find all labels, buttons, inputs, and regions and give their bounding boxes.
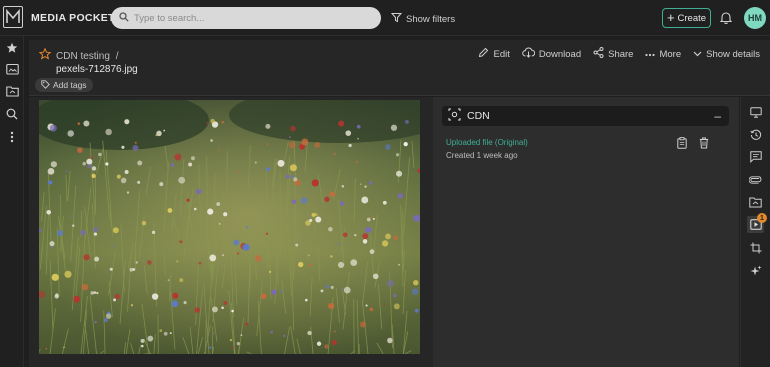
star-nav-icon[interactable] [4, 40, 20, 56]
crop-icon[interactable] [747, 239, 764, 256]
tag-icon [41, 79, 50, 91]
show-filters-button[interactable]: Show filters [390, 12, 456, 26]
sparkle-icon[interactable] [747, 262, 764, 279]
right-rail [740, 97, 770, 367]
show-details-button[interactable]: Show details [693, 47, 760, 61]
more-label: More [659, 48, 682, 60]
breadcrumb-folder[interactable]: CDN testing [56, 51, 110, 62]
app-title: MEDIA POCKET [31, 12, 115, 24]
cdn-panel-title: CDN [467, 110, 490, 122]
left-nav [0, 36, 24, 367]
chevron-down-icon [693, 49, 702, 60]
created-date: Created 1 week ago [446, 151, 518, 160]
download-button[interactable]: Download [522, 47, 581, 61]
edit-button[interactable]: Edit [478, 47, 510, 61]
add-tags-button[interactable]: Add tags [35, 78, 93, 92]
folder-rail-icon[interactable] [747, 193, 764, 210]
more-horizontal-icon [645, 49, 656, 60]
share-label: Share [608, 48, 634, 60]
share-icon [593, 47, 604, 61]
asset-header: CDN testing / pexels-712876.jpg Add tags… [29, 40, 770, 96]
folder-icon[interactable] [4, 83, 20, 99]
top-bar: MEDIA POCKET Show filters + Create HM [0, 0, 770, 36]
trash-icon[interactable] [699, 137, 709, 152]
asset-filename: pexels-712876.jpg [56, 64, 138, 75]
pencil-icon [478, 47, 489, 61]
asset-actions: Edit Download Share More Show details [478, 47, 760, 61]
collapse-button[interactable]: – [714, 109, 721, 123]
favorite-star-icon[interactable] [38, 47, 52, 63]
search-bar[interactable] [111, 7, 381, 29]
uploaded-file-link[interactable]: Uploaded file (Original) [446, 138, 528, 147]
download-label: Download [538, 48, 582, 60]
show-filters-label: Show filters [406, 13, 456, 25]
share-button[interactable]: Share [593, 47, 633, 61]
clipboard-icon[interactable] [677, 137, 687, 152]
folder-media-icon[interactable] [4, 61, 20, 77]
plus-icon: + [666, 10, 675, 25]
attachment-icon[interactable] [747, 171, 764, 188]
monitor-icon[interactable] [747, 104, 764, 121]
app-logo[interactable] [3, 6, 23, 28]
breadcrumb-separator: / [115, 51, 119, 62]
cdn-panel: CDN – Uploaded file (Original) Created 1… [433, 97, 739, 367]
notification-badge: 1 [757, 213, 767, 223]
filter-icon [390, 12, 403, 26]
more-button[interactable]: More [645, 47, 681, 61]
create-button[interactable]: + Create [662, 8, 711, 28]
search-icon [119, 11, 129, 25]
cdn-panel-header[interactable]: CDN – [442, 106, 729, 126]
bell-icon[interactable] [719, 11, 733, 27]
edit-label: Edit [493, 48, 510, 60]
breadcrumb: CDN testing / [56, 51, 118, 62]
add-tags-label: Add tags [53, 80, 87, 90]
comment-icon[interactable] [747, 148, 764, 165]
cdn-icon [448, 108, 461, 124]
asset-image[interactable] [39, 100, 420, 354]
cloud-download-icon [522, 47, 535, 61]
history-icon[interactable] [747, 126, 764, 143]
search-input[interactable] [134, 12, 364, 24]
search-nav-icon[interactable] [4, 106, 20, 122]
image-viewer [29, 97, 433, 367]
more-vertical-icon[interactable] [4, 129, 20, 145]
avatar[interactable]: HM [744, 7, 766, 29]
create-label: Create [677, 12, 707, 24]
show-details-label: Show details [706, 48, 760, 60]
